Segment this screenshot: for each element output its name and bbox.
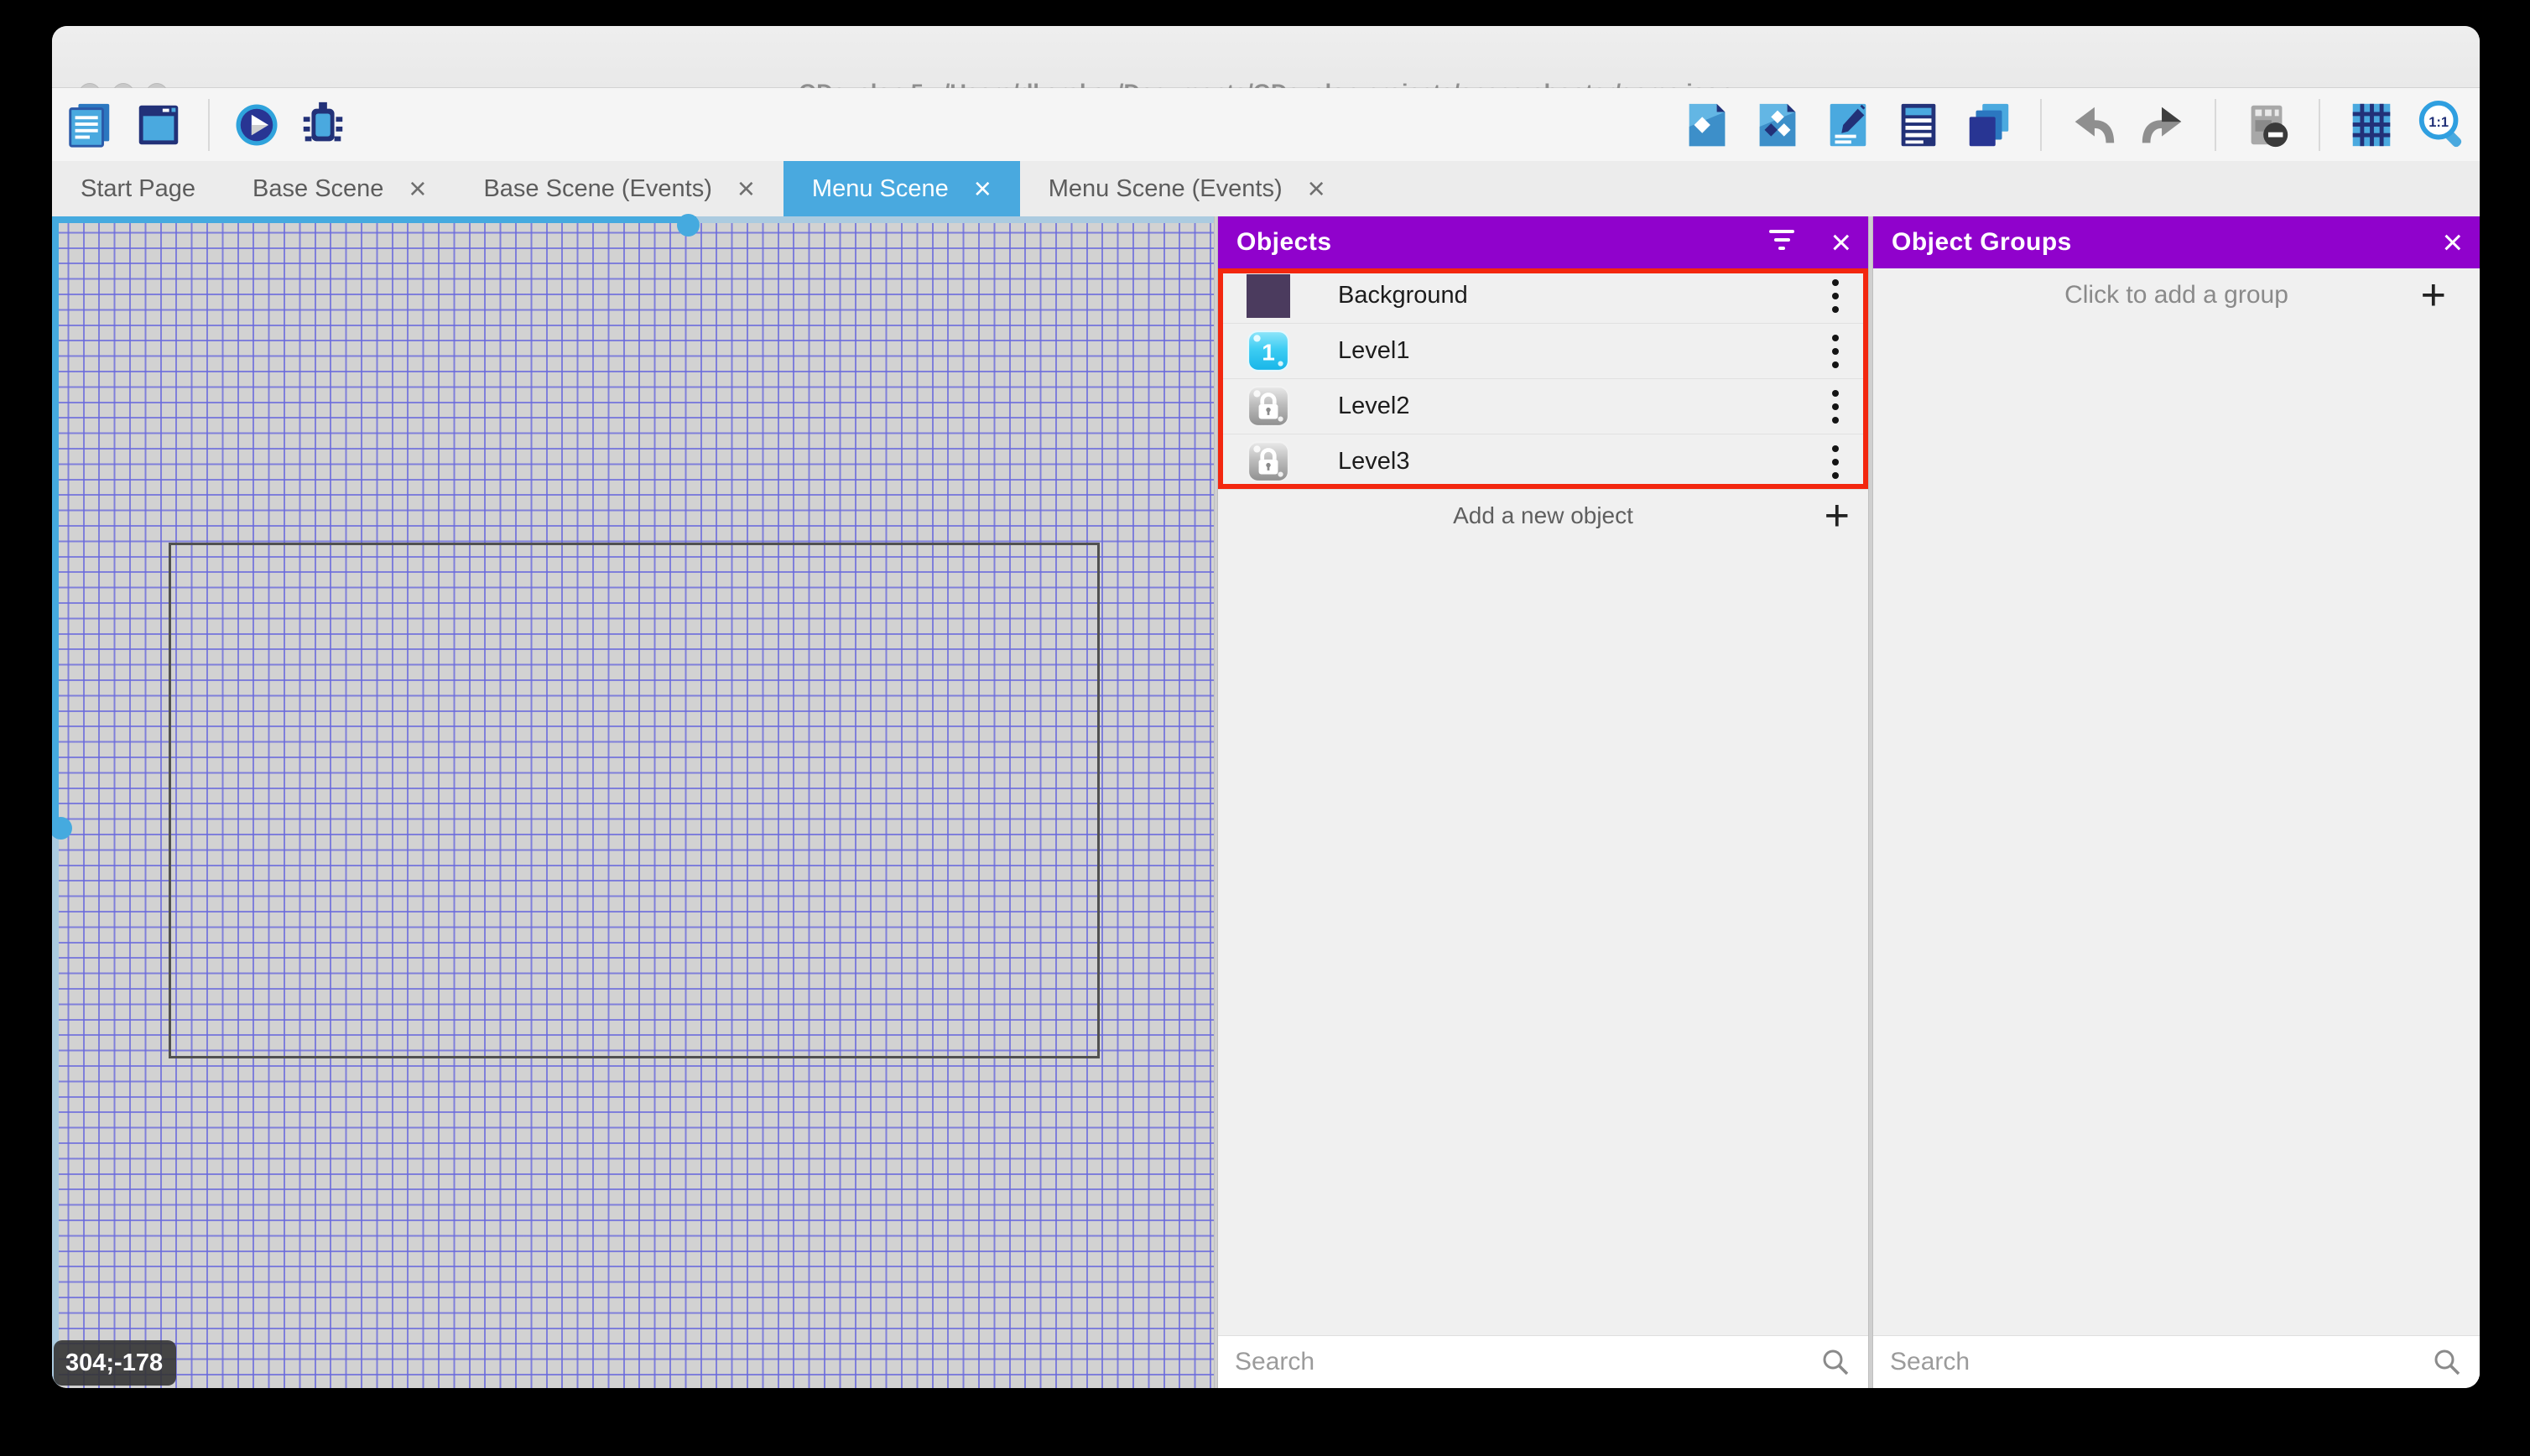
close-icon[interactable]: ×: [1830, 216, 1851, 268]
svg-text:1: 1: [1262, 339, 1275, 365]
object-name: Level1: [1338, 337, 1409, 365]
search-icon: [2433, 1348, 2461, 1376]
locked-button-thumbnail: [1247, 385, 1290, 429]
tab-base-scene[interactable]: Base Scene ×: [224, 161, 455, 216]
instances-list-icon[interactable]: [1892, 99, 1944, 151]
add-object-row[interactable]: Add a new object +: [1218, 489, 1868, 543]
undo-icon[interactable]: [2067, 99, 2119, 151]
object-row-level2[interactable]: Level2: [1218, 379, 1868, 434]
object-name: Level2: [1338, 393, 1409, 420]
svg-text:1:1: 1:1: [2428, 114, 2449, 129]
tab-label: Menu Scene: [812, 175, 949, 203]
tab-menu-scene-events[interactable]: Menu Scene (Events) ×: [1020, 161, 1354, 216]
vertical-scrollbar-fill: [52, 216, 59, 829]
tab-close-icon[interactable]: ×: [737, 174, 755, 204]
vertical-scrollbar-thumb[interactable]: [52, 817, 72, 840]
kebab-menu-icon[interactable]: [1823, 324, 1848, 378]
locked-button-thumbnail: [1247, 440, 1290, 484]
properties-icon[interactable]: [1822, 99, 1874, 151]
object-groups-panel-header: Object Groups ×: [1873, 216, 2480, 268]
tab-menu-scene[interactable]: Menu Scene ×: [783, 161, 1020, 216]
editor-tabs: Start Page Base Scene × Base Scene (Even…: [52, 161, 2480, 216]
tab-label: Base Scene: [252, 175, 383, 203]
tab-label: Menu Scene (Events): [1049, 175, 1283, 203]
layers-icon[interactable]: [1963, 99, 2015, 151]
objects-panel-header: Objects ×: [1218, 216, 1868, 268]
objects-panel-title: Objects: [1236, 228, 1332, 257]
horizontal-scrollbar[interactable]: [52, 216, 1214, 223]
toolbar-divider: [2319, 99, 2320, 151]
object-groups-panel-title: Object Groups: [1892, 228, 2072, 257]
objects-search-input[interactable]: [1218, 1347, 1821, 1377]
cursor-coordinates-badge: 304;-178: [54, 1340, 176, 1386]
tab-start-page[interactable]: Start Page: [52, 161, 224, 216]
gdevelop-window: GDevelop 5 - /Users/dkarakay/Documents/G…: [52, 26, 2480, 1388]
object-name: Level3: [1338, 448, 1409, 476]
level1-button-thumbnail: 1: [1247, 330, 1290, 373]
toolbar-divider: [208, 99, 210, 151]
scene-canvas[interactable]: 304;-178: [52, 216, 1214, 1388]
kebab-menu-icon[interactable]: [1823, 434, 1848, 489]
plus-icon[interactable]: +: [2421, 268, 2446, 322]
purple-square-thumbnail: [1247, 274, 1290, 318]
render-mask-icon[interactable]: [2241, 99, 2293, 151]
zoom-1-1-icon[interactable]: 1:1: [2416, 99, 2468, 151]
kebab-menu-icon[interactable]: [1823, 379, 1848, 434]
groups-search-input[interactable]: [1873, 1347, 2433, 1377]
debug-icon[interactable]: [297, 99, 349, 151]
redo-icon[interactable]: [2137, 99, 2189, 151]
groups-search-bar: [1873, 1335, 2480, 1388]
toolbar-divider: [2040, 99, 2042, 151]
main-toolbar: 1:1: [52, 88, 2480, 161]
objects-list: Background 1 Level1: [1218, 268, 1868, 490]
close-icon[interactable]: ×: [2442, 216, 2463, 268]
vertical-scrollbar[interactable]: [52, 216, 59, 1388]
add-object-label: Add a new object: [1453, 502, 1633, 529]
tab-base-scene-events[interactable]: Base Scene (Events) ×: [455, 161, 783, 216]
add-group-label: Click to add a group: [2064, 281, 2288, 309]
tab-close-icon[interactable]: ×: [409, 174, 426, 204]
objects-editor-icon[interactable]: [1681, 99, 1733, 151]
object-row-background[interactable]: Background: [1218, 268, 1868, 324]
tab-close-icon[interactable]: ×: [974, 174, 992, 204]
objects-search-bar: [1218, 1335, 1868, 1388]
toolbar-divider: [2215, 99, 2216, 151]
toolbar-left-group: [64, 88, 349, 161]
preview-window-icon[interactable]: [133, 99, 185, 151]
object-name: Background: [1338, 282, 1468, 309]
add-group-row[interactable]: Click to add a group +: [1873, 268, 2480, 322]
filter-icon[interactable]: [1767, 230, 1796, 255]
editor-content: 304;-178 Objects × Background: [52, 216, 2480, 1388]
scene-window-border: [169, 543, 1100, 1058]
objects-panel: Objects × Background 1: [1218, 216, 1868, 1388]
plus-icon[interactable]: +: [1825, 489, 1850, 543]
play-preview-icon[interactable]: [233, 101, 280, 148]
search-icon: [1821, 1348, 1850, 1376]
horizontal-scrollbar-fill: [52, 216, 696, 223]
horizontal-scrollbar-thumb[interactable]: [677, 214, 700, 237]
object-row-level1[interactable]: 1 Level1: [1218, 324, 1868, 379]
grid-icon[interactable]: [2345, 99, 2397, 151]
tab-label: Start Page: [81, 175, 195, 203]
toolbar-right-group: 1:1: [1681, 88, 2468, 161]
tab-close-icon[interactable]: ×: [1308, 174, 1325, 204]
tab-label: Base Scene (Events): [483, 175, 711, 203]
object-groups-panel: Object Groups × Click to add a group +: [1873, 216, 2480, 1388]
project-manager-icon[interactable]: [64, 99, 116, 151]
kebab-menu-icon[interactable]: [1823, 268, 1848, 323]
object-groups-editor-icon[interactable]: [1752, 99, 1804, 151]
object-row-level3[interactable]: Level3: [1218, 434, 1868, 490]
title-bar: GDevelop 5 - /Users/dkarakay/Documents/G…: [52, 26, 2480, 88]
